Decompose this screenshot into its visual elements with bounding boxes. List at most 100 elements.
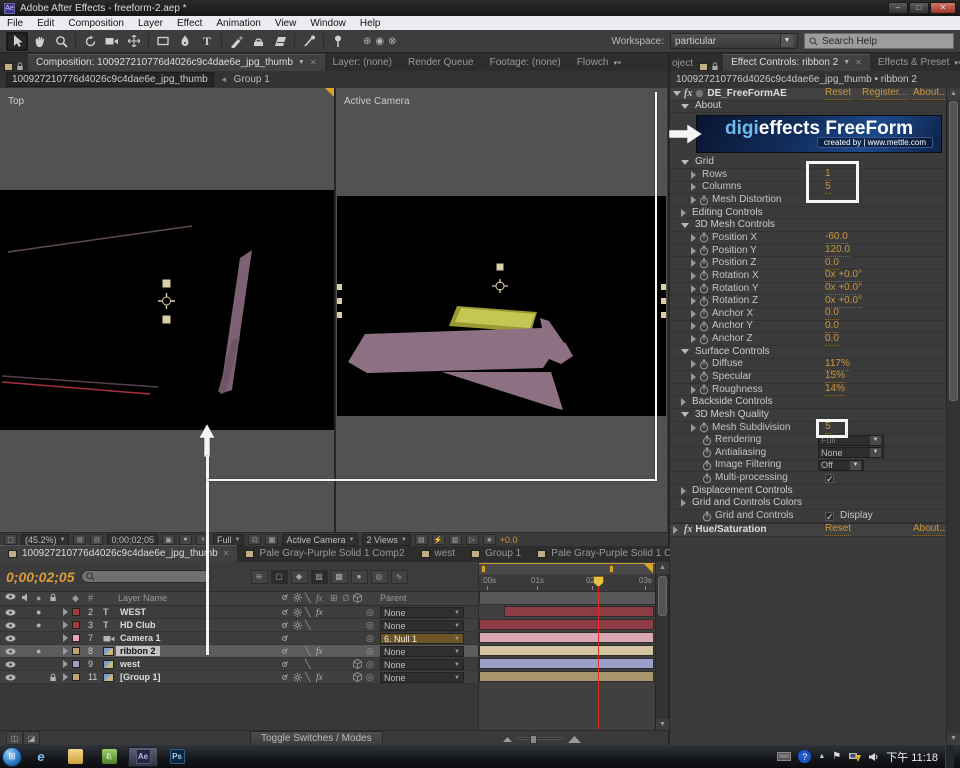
timeline-current-time[interactable]: 0;00;02;05 [6,569,75,585]
quality-switch[interactable]: ╲ [305,658,310,670]
show-desktop-button[interactable] [945,745,954,768]
volume-icon[interactable] [868,752,879,762]
video-toggle[interactable] [5,606,16,618]
tab-project-partial[interactable]: oject [670,56,695,71]
panel-grip[interactable] [0,62,28,71]
viewer-separator[interactable] [334,88,336,532]
stopwatch-icon[interactable] [699,270,709,281]
property-value[interactable]: 0.0 [825,320,839,333]
menu-item-window[interactable]: Window [303,18,353,29]
chevron-down-icon[interactable]: ▼ [454,610,460,616]
layer-row-west[interactable]: 9west╲◎None▼ [0,658,478,671]
tab-composition[interactable]: Composition: 100927210776d4026c9c4dae6e_… [28,54,325,71]
parent-pickwhip[interactable]: ◎ [366,632,374,644]
column-video-icon[interactable] [5,593,16,600]
view-dropdown[interactable]: Active Camera▼ [282,534,358,546]
view-layout-dropdown[interactable]: 2 Views▼ [362,534,410,546]
motion-switch[interactable] [280,645,289,657]
scroll-up-icon[interactable]: ▲ [947,88,960,100]
stopwatch-icon[interactable] [699,359,709,370]
parent-dropdown[interactable]: 6. Null 1▼ [380,633,464,644]
type-tool[interactable]: T [196,32,218,51]
twirl-icon[interactable] [681,160,689,165]
effect-enable-icon[interactable] [695,89,704,98]
layer-twirl[interactable] [60,645,71,657]
chevron-down-icon[interactable]: ▼ [454,623,460,629]
timeline-navigator[interactable] [479,563,656,574]
label-color-chip[interactable] [72,619,80,631]
frame-blend-icon[interactable]: ▨ [311,570,328,584]
stopwatch-icon[interactable] [699,232,709,243]
quality-switch[interactable]: ╲ [305,645,310,657]
chevron-down-icon[interactable]: ▼ [454,649,460,655]
property-dropdown[interactable]: Full▼ [818,435,884,446]
video-toggle[interactable] [5,632,16,644]
column-solo-icon[interactable]: ● [36,593,41,603]
effect-about-link[interactable]: About... [913,88,946,100]
hide-shy-icon[interactable]: ◆ [291,570,308,584]
pixel-aspect-icon[interactable]: ▤ [415,534,428,545]
twirl-icon[interactable] [691,424,696,432]
start-button[interactable]: ⊞ [2,747,22,767]
video-toggle[interactable] [5,645,16,657]
parent-pickwhip[interactable]: ◎ [366,671,374,683]
effect-reset-link[interactable]: Reset [825,88,851,100]
always-preview-icon[interactable]: ▢ [4,534,17,545]
comp-view-camera[interactable] [337,196,666,416]
graph-editor-icon[interactable]: ∿ [391,570,408,584]
scroll-down-icon[interactable]: ▼ [947,733,960,745]
taskbar-photoshop[interactable]: Ps [162,747,192,767]
property-checkbox[interactable]: ✓ [825,474,834,483]
work-area-bar[interactable] [479,591,656,605]
pan-behind-tool[interactable] [123,32,145,51]
brainstorm-icon[interactable]: ● [351,570,368,584]
property-value[interactable]: 0x +0.0° [825,295,862,308]
taskbar-clock[interactable]: 下午 11:18 [886,749,938,765]
roi-icon[interactable]: ⊡ [248,534,261,545]
close-button[interactable]: ✕ [930,2,956,14]
stopwatch-icon[interactable] [699,384,709,395]
sun-switch[interactable] [293,671,302,683]
layer-row-camera-1[interactable]: 7Camera 1◎6. Null 1▼ [0,632,478,645]
exposure-value[interactable]: +0.0 [500,535,518,545]
video-toggle[interactable] [5,658,16,670]
label-color-chip[interactable] [72,632,80,644]
tab-effect-controls[interactable]: Effect Controls: ribbon 2▼✕ [723,54,870,71]
twirl-icon[interactable] [691,183,696,191]
label-color-chip[interactable] [72,606,80,618]
stopwatch-icon[interactable] [702,435,712,446]
puppet-tool[interactable] [298,32,320,51]
close-icon[interactable]: ✕ [310,58,317,67]
twirl-icon[interactable] [691,196,696,204]
navigator-cap[interactable] [481,565,486,573]
parent-pickwhip[interactable]: ◎ [366,619,374,631]
twirl-icon[interactable] [681,398,686,406]
menu-item-help[interactable]: Help [353,18,388,29]
scrollbar-thumb[interactable] [949,101,958,401]
stopwatch-icon[interactable] [702,460,712,471]
effect-about-link[interactable]: About... [913,523,946,536]
twirl-icon[interactable] [681,104,689,109]
sun-switch[interactable] [293,606,302,618]
layer-row-west[interactable]: ●2TWEST╲fx◎None▼ [0,606,478,619]
property-value[interactable]: 14% [825,383,845,396]
timeline-tab-3[interactable]: Group 1 [463,546,529,562]
layer-twirl[interactable] [60,619,71,631]
close-icon[interactable]: ✕ [223,549,230,558]
layer-row-hd-club[interactable]: ●3THD Club╲◎None▼ [0,619,478,632]
layer-name[interactable]: Camera 1 [116,632,165,644]
magnification-dropdown[interactable]: (45.2%)▼ [21,534,69,546]
scrollbar-thumb[interactable] [658,576,667,616]
timeline-tab-2[interactable]: west [413,546,464,562]
menu-item-animation[interactable]: Animation [209,18,267,29]
zoom-slider-thumb[interactable] [530,735,537,744]
viewer-top[interactable]: Top [0,88,334,532]
breadcrumb-group[interactable]: Group 1 [234,74,270,85]
twirl-icon[interactable] [681,499,686,507]
label-color-chip[interactable] [72,658,80,670]
stopwatch-icon[interactable] [699,371,709,382]
clone-stamp-tool[interactable] [247,32,269,51]
layer-bar-3[interactable] [479,619,654,630]
help-tray-icon[interactable]: ? [798,750,811,763]
minimize-button[interactable]: – [888,2,908,14]
